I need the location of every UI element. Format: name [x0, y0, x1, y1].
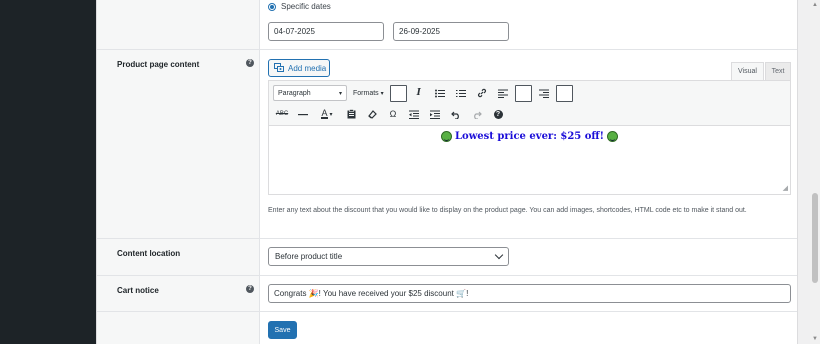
- settings-form-panel: Specific dates 04-07-2025 26-09-2025 Pro…: [96, 0, 798, 344]
- toolbar-row-2: ABC A ▾ Ω ?: [273, 104, 510, 124]
- cart-notice-text-prefix: Congrats: [274, 289, 307, 298]
- gift-cart-emoji-icon: 🛒: [456, 289, 467, 299]
- money-face-emoji-icon: [607, 131, 619, 142]
- numbered-list-icon[interactable]: [452, 84, 470, 102]
- text-color-icon[interactable]: A ▾: [315, 105, 339, 123]
- redo-icon[interactable]: [468, 105, 486, 123]
- media-icon: [274, 62, 284, 74]
- keyboard-shortcuts-help-icon[interactable]: ?: [489, 105, 507, 123]
- toolbar-toggle-button[interactable]: [555, 84, 573, 102]
- add-media-button[interactable]: Add media: [268, 59, 330, 77]
- save-button[interactable]: Save: [268, 321, 297, 339]
- cart-notice-label-column: Cart notice ?: [97, 276, 260, 311]
- product-page-content-label: Product page content: [117, 60, 200, 69]
- content-location-label: Content location: [117, 249, 181, 258]
- add-media-label: Add media: [288, 63, 327, 73]
- text-color-caret-icon: ▾: [329, 111, 333, 118]
- product-page-content-label-column: Product page content ?: [97, 50, 260, 238]
- content-location-label-column: Content location: [97, 239, 260, 275]
- toolbar-row-1: Paragraph ▾ Formats ▾ I: [273, 83, 576, 103]
- radio-selected-dot: [270, 4, 274, 9]
- specific-dates-radio[interactable]: [268, 2, 276, 11]
- content-location-selected-value: Before product title: [275, 252, 343, 261]
- specific-dates-label: Specific dates: [281, 2, 331, 11]
- outdent-icon[interactable]: [405, 105, 423, 123]
- cart-notice-text-middle: ! You have received your $25 discount: [318, 289, 454, 298]
- party-popper-emoji-icon: 🎉: [308, 289, 319, 299]
- scroll-up-icon[interactable]: ▲: [812, 2, 818, 8]
- cart-notice-input[interactable]: Congrats 🎉! You have received your $25 d…: [268, 284, 791, 303]
- formats-label: Formats: [353, 89, 379, 97]
- paragraph-select-value: Paragraph: [278, 89, 311, 97]
- align-right-icon[interactable]: [535, 84, 553, 102]
- content-area: Specific dates 04-07-2025 26-09-2025 Pro…: [96, 0, 810, 344]
- italic-icon[interactable]: I: [410, 84, 428, 102]
- clear-formatting-icon[interactable]: [363, 105, 381, 123]
- bold-button[interactable]: [389, 84, 407, 102]
- undo-icon[interactable]: [447, 105, 465, 123]
- align-left-icon[interactable]: [494, 84, 512, 102]
- horizontal-line-icon[interactable]: [294, 105, 312, 123]
- formats-caret-icon: ▾: [380, 90, 384, 97]
- scrollbar-thumb[interactable]: [812, 193, 818, 283]
- tab-text[interactable]: Text: [765, 62, 791, 80]
- admin-sidebar: [0, 0, 96, 344]
- cart-notice-text-suffix: !: [466, 289, 469, 298]
- dates-label-column: [97, 0, 260, 49]
- product-page-content-description: Enter any text about the discount that y…: [268, 207, 747, 214]
- indent-icon[interactable]: [426, 105, 444, 123]
- help-icon[interactable]: ?: [246, 285, 254, 293]
- save-label-column: [97, 312, 260, 344]
- align-center-button[interactable]: [514, 84, 532, 102]
- editor-content-area[interactable]: Lowest price ever: $25 off!: [269, 126, 790, 194]
- start-date-input[interactable]: 04-07-2025: [268, 22, 384, 41]
- paste-as-text-icon[interactable]: [342, 105, 360, 123]
- scroll-down-icon[interactable]: ▼: [812, 336, 818, 342]
- editor-resize-handle-icon[interactable]: ◢: [783, 184, 788, 192]
- paragraph-format-select[interactable]: Paragraph ▾: [273, 85, 347, 101]
- link-icon[interactable]: [473, 84, 491, 102]
- editor-content-text: Lowest price ever: $25 off!: [455, 131, 604, 142]
- rich-text-editor: Paragraph ▾ Formats ▾ I ABC A ▾ Ω ? Lowe…: [268, 80, 791, 195]
- cart-notice-label: Cart notice: [117, 286, 159, 295]
- formats-menu[interactable]: Formats ▾: [353, 90, 384, 97]
- specific-dates-option[interactable]: Specific dates: [268, 2, 331, 11]
- dates-row: Specific dates 04-07-2025 26-09-2025: [97, 0, 797, 50]
- editor-toolbar: Paragraph ▾ Formats ▾ I ABC A ▾ Ω ?: [269, 81, 790, 126]
- save-row: [97, 312, 797, 344]
- special-character-icon[interactable]: Ω: [384, 105, 402, 123]
- bullet-list-icon[interactable]: [431, 84, 449, 102]
- content-location-select[interactable]: Before product title: [268, 247, 509, 266]
- chevron-down-icon: [494, 250, 504, 260]
- strikethrough-icon[interactable]: ABC: [273, 105, 291, 123]
- end-date-input[interactable]: 26-09-2025: [393, 22, 509, 41]
- money-face-emoji-icon: [440, 131, 452, 142]
- help-icon[interactable]: ?: [246, 59, 254, 67]
- chevron-down-icon: ▾: [338, 90, 342, 97]
- page-scrollbar[interactable]: ▲ ▼: [810, 0, 820, 344]
- tab-visual[interactable]: Visual: [731, 62, 764, 80]
